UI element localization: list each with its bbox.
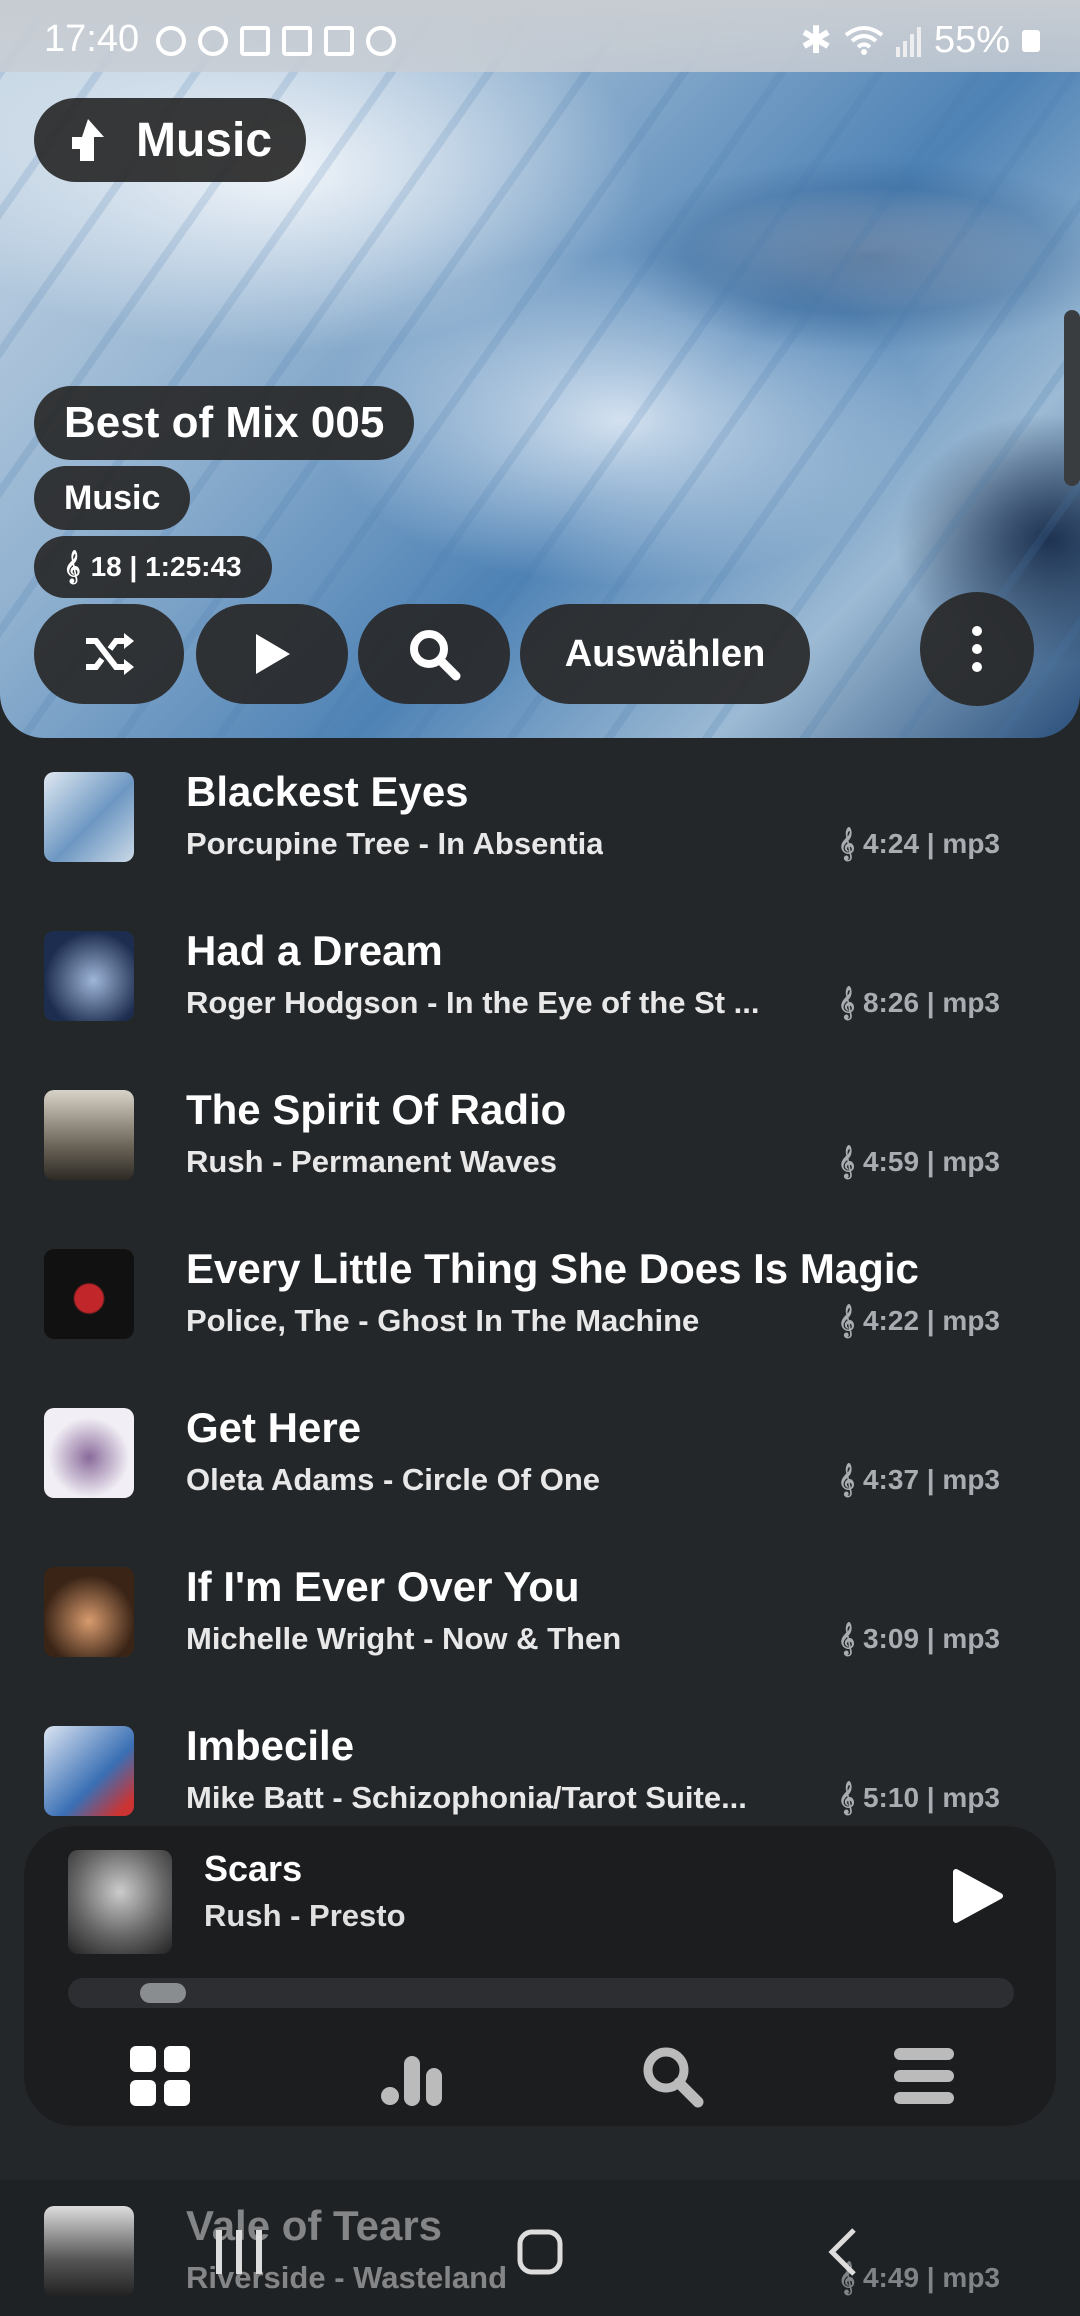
album-art <box>44 1726 134 1816</box>
shuffle-button[interactable] <box>34 604 184 704</box>
playlist-meta-text: 18 | 1:25:43 <box>90 551 242 582</box>
signal-icon <box>895 26 921 57</box>
album-art <box>44 1567 134 1657</box>
bluetooth-icon: ✱ <box>800 20 832 62</box>
home-icon[interactable] <box>510 2222 570 2282</box>
select-button[interactable]: Auswählen <box>520 604 810 704</box>
up-arrow-icon <box>72 119 104 161</box>
track-duration: 𝄞 4:59 | mp3 <box>838 1146 1000 1177</box>
notification-icons <box>156 26 396 56</box>
now-playing-art <box>68 1850 172 1954</box>
treble-clef-icon: 𝄞 <box>838 1305 855 1336</box>
back-label: Music <box>136 113 273 167</box>
track-duration: 𝄞 3:09 | mp3 <box>838 1623 1000 1654</box>
more-options-button[interactable] <box>920 592 1034 706</box>
track-row[interactable]: Had a Dream Roger Hodgson - In the Eye o… <box>0 897 1080 1056</box>
album-art <box>44 1249 134 1339</box>
mail-icon <box>240 26 270 56</box>
track-title: Blackest Eyes <box>186 768 469 815</box>
mail-icon <box>282 26 312 56</box>
playlist-category: Music <box>34 466 191 530</box>
status-time: 17:40 <box>44 18 140 60</box>
track-subtitle: Oleta Adams - Circle Of One <box>186 1462 601 1497</box>
track-title: Get Here <box>186 1404 362 1451</box>
progress-knob[interactable] <box>140 1983 186 2003</box>
track-title: Had a Dream <box>186 927 443 974</box>
track-row[interactable]: If I'm Ever Over You Michelle Wright - N… <box>0 1533 1080 1692</box>
status-right: ✱ 55% <box>800 18 1040 63</box>
sim-icon <box>324 26 354 56</box>
treble-clef-icon: 𝄞 <box>838 1623 855 1654</box>
album-art <box>44 1090 134 1180</box>
battery-level: 55% <box>933 19 1010 61</box>
track-subtitle: Rush - Permanent Waves <box>186 1144 557 1179</box>
track-row[interactable]: Get Here Oleta Adams - Circle Of One 𝄞 4:… <box>0 1374 1080 1533</box>
chat-icon <box>198 26 228 56</box>
track-duration: 𝄞 4:22 | mp3 <box>838 1305 1000 1336</box>
grid-icon[interactable] <box>126 2042 194 2110</box>
progress-bar[interactable] <box>68 1978 1014 2008</box>
album-art <box>44 1408 134 1498</box>
back-button[interactable]: Music <box>34 98 307 182</box>
album-art <box>44 931 134 1021</box>
search-icon[interactable] <box>638 2042 706 2110</box>
wifi-icon <box>844 25 884 55</box>
track-title: The Spirit Of Radio <box>186 1086 567 1133</box>
shuffle-icon <box>86 633 134 675</box>
equalizer-icon[interactable] <box>378 2042 446 2110</box>
menu-icon[interactable] <box>890 2042 958 2110</box>
back-icon[interactable] <box>814 2222 874 2282</box>
track-subtitle: Police, The - Ghost In The Machine <box>186 1303 700 1338</box>
track-row[interactable]: The Spirit Of Radio Rush - Permanent Wav… <box>0 1056 1080 1215</box>
search-icon <box>410 630 461 681</box>
now-playing-subtitle: Rush - Presto <box>204 1898 406 1933</box>
track-duration: 𝄞 8:26 | mp3 <box>838 987 1000 1018</box>
track-row[interactable]: Blackest Eyes Porcupine Tree - In Absent… <box>0 738 1080 897</box>
playlist-title: Best of Mix 005 <box>34 386 415 460</box>
track-duration: 𝄞 4:24 | mp3 <box>838 828 1000 859</box>
treble-clef-icon: 𝄞 <box>838 828 855 859</box>
track-subtitle: Porcupine Tree - In Absentia <box>186 826 604 861</box>
sync-icon <box>156 26 186 56</box>
more-vertical-icon <box>972 626 982 672</box>
treble-clef-icon: 𝄞 <box>838 1146 855 1177</box>
play-button[interactable] <box>946 1866 1006 1926</box>
treble-clef-icon: 𝄞 <box>64 550 81 582</box>
track-title: Every Little Thing She Does Is Magic <box>186 1245 919 1292</box>
gear-icon <box>366 26 396 56</box>
track-subtitle: Roger Hodgson - In the Eye of the St ... <box>186 985 760 1020</box>
now-playing-title: Scars <box>204 1848 303 1889</box>
track-title: Imbecile <box>186 1722 355 1769</box>
album-art <box>44 2206 134 2296</box>
battery-icon <box>1022 29 1040 52</box>
track-duration: 𝄞 4:37 | mp3 <box>838 1464 1000 1495</box>
play-icon <box>256 634 290 674</box>
recents-icon[interactable] <box>210 2222 270 2282</box>
track-duration: 𝄞 5:10 | mp3 <box>838 1782 1000 1813</box>
search-button[interactable] <box>358 604 510 704</box>
treble-clef-icon: 𝄞 <box>838 987 855 1018</box>
treble-clef-icon: 𝄞 <box>838 1464 855 1495</box>
album-art <box>44 772 134 862</box>
mini-player[interactable]: Scars Rush - Presto <box>24 1826 1056 2126</box>
play-all-button[interactable] <box>196 604 348 704</box>
treble-clef-icon: 𝄞 <box>838 1782 855 1813</box>
status-bar: 17:40 ✱ 55% <box>0 0 1080 72</box>
track-subtitle: Michelle Wright - Now & Then <box>186 1621 622 1656</box>
track-title: If I'm Ever Over You <box>186 1563 580 1610</box>
track-subtitle: Mike Batt - Schizophonia/Tarot Suite... <box>186 1780 747 1815</box>
scrollbar-thumb[interactable] <box>1064 310 1080 486</box>
track-row[interactable]: Every Little Thing She Does Is Magic Pol… <box>0 1215 1080 1374</box>
playlist-meta: 𝄞 18 | 1:25:43 <box>34 536 272 598</box>
